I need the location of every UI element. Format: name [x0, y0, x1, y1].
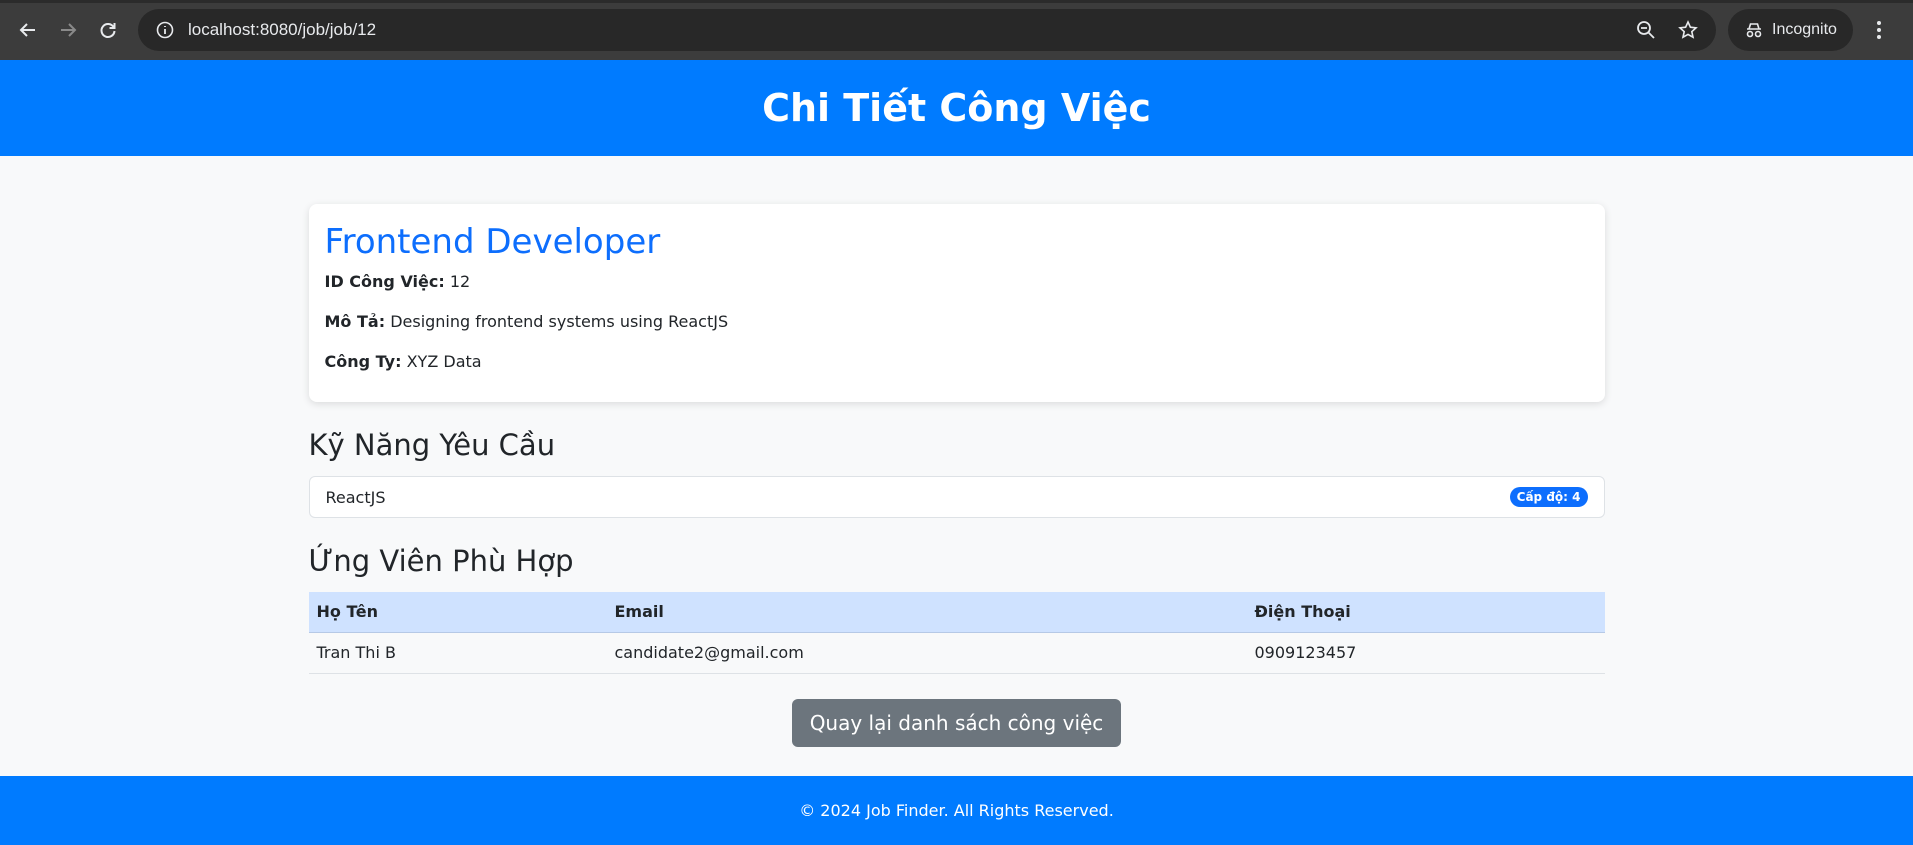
browser-toolbar: localhost:8080/job/job/12 Incognito — [0, 0, 1913, 60]
incognito-indicator[interactable]: Incognito — [1728, 9, 1853, 51]
candidate-name: Tran Thi B — [308, 632, 607, 674]
back-button-wrapper: Quay lại danh sách công việc — [309, 698, 1605, 747]
page-title: Chi Tiết Công Việc — [762, 86, 1151, 130]
job-title: Frontend Developer — [324, 222, 661, 262]
zoom-icon[interactable] — [1632, 16, 1660, 44]
skill-level-badge: Cấp độ: 4 — [1509, 487, 1588, 507]
forward-icon[interactable] — [48, 10, 88, 50]
back-icon[interactable] — [8, 10, 48, 50]
table-row: Tran Thi B candidate2@gmail.com 09091234… — [308, 632, 1605, 674]
page-header: Chi Tiết Công Việc — [0, 60, 1913, 156]
job-company-line: Công Ty: XYZ Data — [325, 352, 1589, 372]
skill-item: ReactJS Cấp độ: 4 — [308, 476, 1605, 518]
job-company-label: Công Ty: — [324, 352, 402, 371]
page-footer: © 2024 Job Finder. All Rights Reserved. — [0, 776, 1913, 845]
reload-icon[interactable] — [88, 10, 128, 50]
job-card: Frontend Developer ID Công Việc: 12 Mô T… — [308, 204, 1605, 402]
skills-heading: Kỹ Năng Yêu Cầu — [308, 428, 556, 462]
job-id-line: ID Công Việc: 12 — [325, 272, 1589, 292]
candidates-table: Họ Tên Email Điện Thoại Tran Thi B candi… — [308, 592, 1605, 674]
site-info-icon[interactable] — [152, 17, 178, 43]
job-description-value: Designing frontend systems using ReactJS — [390, 312, 729, 331]
table-header-row: Họ Tên Email Điện Thoại — [308, 592, 1605, 633]
candidates-heading: Ứng Viên Phù Hợp — [308, 544, 574, 578]
job-description-line: Mô Tả: Designing frontend systems using … — [325, 312, 1589, 332]
job-id-value: 12 — [449, 272, 471, 291]
job-id-label: ID Công Việc: — [324, 272, 445, 291]
address-bar[interactable]: localhost:8080/job/job/12 — [138, 9, 1716, 51]
more-menu-icon[interactable] — [1867, 10, 1891, 50]
job-company-value: XYZ Data — [406, 352, 482, 371]
bookmark-star-icon[interactable] — [1674, 16, 1702, 44]
column-header-email: Email — [606, 592, 1247, 633]
candidate-phone: 0909123457 — [1246, 632, 1605, 674]
job-description-label: Mô Tả: — [324, 312, 386, 331]
tab-strip — [0, 0, 1913, 3]
incognito-label: Incognito — [1772, 21, 1837, 38]
column-header-name: Họ Tên — [308, 592, 607, 633]
footer-text: © 2024 Job Finder. All Rights Reserved. — [799, 801, 1114, 820]
candidate-email: candidate2@gmail.com — [606, 632, 1247, 674]
skill-name: ReactJS — [325, 487, 386, 507]
column-header-phone: Điện Thoại — [1246, 592, 1605, 633]
back-to-jobs-button[interactable]: Quay lại danh sách công việc — [791, 698, 1122, 747]
url-text[interactable]: localhost:8080/job/job/12 — [188, 20, 1632, 40]
incognito-icon — [1746, 23, 1762, 38]
main-container: Frontend Developer ID Công Việc: 12 Mô T… — [308, 204, 1605, 747]
